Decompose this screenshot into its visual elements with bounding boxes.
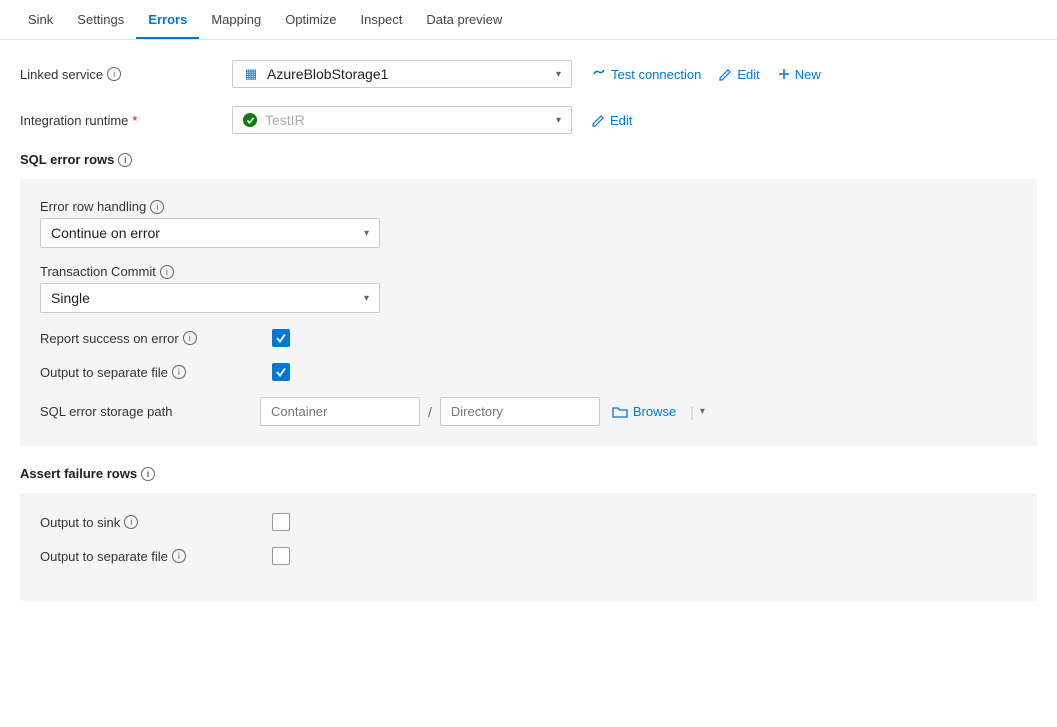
error-row-handling-info-icon: i	[150, 200, 164, 214]
output-separate-sql-check-icon	[275, 366, 287, 378]
transaction-commit-dropdown[interactable]: Single ▾	[40, 283, 380, 313]
tab-errors[interactable]: Errors	[136, 0, 199, 39]
folder-icon	[612, 405, 628, 419]
edit-linked-service-icon	[719, 68, 732, 81]
assert-failure-rows-header: Assert failure rows i	[20, 466, 1037, 481]
assert-failure-rows-info-icon: i	[141, 467, 155, 481]
container-input[interactable]	[260, 397, 420, 426]
report-success-checkbox[interactable]	[272, 329, 290, 347]
error-row-handling-chevron-icon: ▾	[364, 228, 369, 239]
report-success-info-icon: i	[183, 331, 197, 345]
integration-runtime-label: Integration runtime *	[20, 113, 220, 128]
output-separate-assert-info-icon: i	[172, 549, 186, 563]
blob-storage-icon: ▦	[243, 67, 259, 81]
test-connection-icon	[592, 67, 606, 81]
output-separate-sql-checkbox[interactable]	[272, 363, 290, 381]
path-separator: /	[428, 404, 432, 420]
sql-error-rows-box: Error row handling i Continue on error ▾…	[20, 179, 1037, 446]
error-row-handling-label: Error row handling i	[40, 199, 1017, 214]
tab-optimize[interactable]: Optimize	[273, 0, 348, 39]
tab-sink[interactable]: Sink	[16, 0, 65, 39]
output-separate-assert-row: Output to separate file i	[40, 547, 1017, 565]
integration-runtime-dropdown[interactable]: TestIR ▾	[232, 106, 572, 134]
linked-service-label: Linked service i	[20, 67, 220, 82]
output-to-sink-label: Output to sink i	[40, 515, 260, 530]
tab-settings[interactable]: Settings	[65, 0, 136, 39]
integration-runtime-chevron-icon: ▾	[556, 115, 561, 126]
sql-error-rows-header: SQL error rows i	[20, 152, 1037, 167]
directory-input[interactable]	[440, 397, 600, 426]
linked-service-chevron-icon: ▾	[556, 69, 561, 80]
transaction-commit-info-icon: i	[160, 265, 174, 279]
output-to-sink-checkbox[interactable]	[272, 513, 290, 531]
plus-icon	[778, 68, 790, 80]
edit-linked-service-button[interactable]: Edit	[711, 63, 767, 86]
linked-service-row: Linked service i ▦ AzureBlobStorage1 ▾ T…	[20, 60, 1037, 88]
output-to-sink-row: Output to sink i	[40, 513, 1017, 531]
linked-service-info-icon: i	[107, 67, 121, 81]
transaction-commit-chevron-icon: ▾	[364, 293, 369, 304]
storage-path-row: SQL error storage path / Browse | ▾	[40, 397, 1017, 426]
required-star: *	[132, 113, 137, 128]
storage-path-label: SQL error storage path	[40, 404, 260, 419]
sql-error-rows-info-icon: i	[118, 153, 132, 167]
transaction-commit-label: Transaction Commit i	[40, 264, 1017, 279]
pipe-divider: |	[690, 404, 694, 420]
output-separate-sql-row: Output to separate file i	[40, 363, 1017, 381]
tab-inspect[interactable]: Inspect	[348, 0, 414, 39]
integration-runtime-row: Integration runtime * TestIR ▾ Edit	[20, 106, 1037, 134]
edit-integration-runtime-button[interactable]: Edit	[584, 109, 640, 132]
error-row-handling-group: Error row handling i Continue on error ▾	[40, 199, 1017, 248]
test-connection-button[interactable]: Test connection	[584, 63, 709, 86]
report-success-row: Report success on error i	[40, 329, 1017, 347]
tab-data-preview[interactable]: Data preview	[414, 0, 514, 39]
browse-button[interactable]: Browse	[604, 400, 684, 423]
assert-failure-rows-box: Output to sink i Output to separate file…	[20, 493, 1037, 601]
output-separate-assert-checkbox[interactable]	[272, 547, 290, 565]
output-to-sink-info-icon: i	[124, 515, 138, 529]
main-content: Linked service i ▦ AzureBlobStorage1 ▾ T…	[0, 40, 1057, 641]
linked-service-dropdown[interactable]: ▦ AzureBlobStorage1 ▾	[232, 60, 572, 88]
transaction-commit-group: Transaction Commit i Single ▾	[40, 264, 1017, 313]
error-row-handling-dropdown[interactable]: Continue on error ▾	[40, 218, 380, 248]
output-separate-sql-label: Output to separate file i	[40, 365, 260, 380]
storage-path-chevron-icon[interactable]: ▾	[700, 406, 705, 417]
path-inputs: / Browse | ▾	[260, 397, 705, 426]
tab-bar: Sink Settings Errors Mapping Optimize In…	[0, 0, 1057, 40]
report-success-check-icon	[275, 332, 287, 344]
runtime-status-icon	[243, 113, 257, 127]
output-separate-sql-info-icon: i	[172, 365, 186, 379]
tab-mapping[interactable]: Mapping	[199, 0, 273, 39]
output-separate-assert-label: Output to separate file i	[40, 549, 260, 564]
edit-runtime-icon	[592, 114, 605, 127]
report-success-label: Report success on error i	[40, 331, 260, 346]
new-linked-service-button[interactable]: New	[770, 63, 829, 86]
